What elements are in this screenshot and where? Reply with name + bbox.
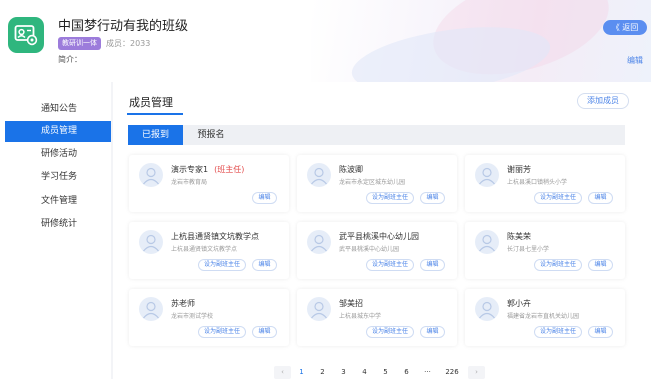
edit-member-button[interactable]: 编辑	[252, 326, 277, 338]
sidebar-item-activities[interactable]: 研修活动	[5, 144, 111, 165]
member-organization: 上杭县城东中学	[339, 313, 382, 320]
sidebar-item-files[interactable]: 文件管理	[5, 191, 111, 212]
member-name: 郭小卉	[507, 299, 531, 308]
member-count: 成员：2033	[106, 39, 151, 48]
member-organization: 长汀县七里小学	[507, 246, 550, 253]
member-name: 上杭县通贤镇文坑教学点	[171, 232, 259, 241]
edit-member-button[interactable]: 编辑	[252, 192, 277, 204]
member-organization: 龙岩市教育局	[171, 179, 208, 186]
page-link[interactable]: 4	[356, 366, 373, 379]
edit-member-button[interactable]: 编辑	[588, 192, 613, 204]
back-button[interactable]: 《 返回	[603, 20, 647, 35]
member-organization: 龙岩市测试学校	[171, 313, 214, 320]
header-decoration	[311, 0, 651, 82]
page-title: 成员管理	[129, 96, 173, 109]
tab-registered[interactable]: 已报到	[128, 125, 183, 145]
page-link[interactable]: 226	[440, 366, 464, 379]
member-organization: 龙岩市永定区城东幼儿园	[339, 179, 406, 186]
set-deputy-button[interactable]: 设为副班主任	[197, 326, 246, 338]
edit-member-button[interactable]: 编辑	[252, 259, 277, 271]
member-name: 谢丽芳	[507, 165, 531, 174]
page-link[interactable]: 1	[293, 366, 310, 379]
sidebar-item-members[interactable]: 成员管理	[5, 121, 111, 142]
set-deputy-button[interactable]: 设为副班主任	[533, 192, 582, 204]
member-organization: 武平县桃溪中心幼儿园	[339, 246, 400, 253]
intro-label: 简介：	[58, 55, 82, 64]
user-avatar-icon	[307, 297, 331, 321]
user-avatar-icon	[475, 230, 499, 254]
member-card: 陈美荣长汀县七里小学设为副班主任 编辑	[465, 222, 625, 279]
member-card: 演示专家1 (班主任) 龙岩市教育局编辑	[129, 155, 289, 212]
member-name: 演示专家1 (班主任)	[171, 165, 245, 174]
member-management-panel: 成员管理 添加成员 已报到 预报名 演示专家1 (班主任) 龙岩市教育局 编辑 陈波卿龙…	[113, 82, 651, 379]
page-ellipsis: ···	[424, 368, 431, 376]
edit-intro-link[interactable]: 编辑	[627, 55, 643, 66]
page-link[interactable]: 6	[398, 366, 415, 379]
member-card: 武平县桃溪中心幼儿园 武平县桃溪中心幼儿园 设为副班主任 编辑	[297, 222, 457, 279]
sidebar-item-tasks[interactable]: 学习任务	[5, 167, 111, 188]
user-avatar-icon	[307, 163, 331, 187]
edit-member-button[interactable]: 编辑	[420, 192, 445, 204]
set-deputy-button[interactable]: 设为副班主任	[197, 259, 246, 271]
edit-member-button[interactable]: 编辑	[420, 326, 445, 338]
edit-member-button[interactable]: 编辑	[588, 326, 613, 338]
page-link[interactable]: 5	[377, 366, 394, 379]
class-header: 中国梦行动有我的班级 教研训一体 成员：2033 简介： 《 返回 编辑	[0, 0, 651, 82]
member-name: 陈波卿	[339, 165, 363, 174]
sidebar: 通知公告 成员管理 研修活动 学习任务 文件管理 研修统计	[0, 82, 111, 379]
class-type-badge: 教研训一体	[58, 37, 101, 50]
page-link[interactable]: 3	[335, 366, 352, 379]
prev-page-button[interactable]: ‹	[274, 366, 291, 379]
member-name: 陈美荣	[507, 232, 531, 241]
next-page-button[interactable]: ›	[468, 366, 485, 379]
member-role: (班主任)	[214, 165, 245, 174]
user-avatar-icon	[139, 230, 163, 254]
user-avatar-icon	[139, 163, 163, 187]
user-avatar-icon	[475, 297, 499, 321]
member-card: 上杭县通贤镇文坑教学点 上杭县通贤镇文坑教学点 设为副班主任 编辑	[129, 222, 289, 279]
class-avatar-icon	[8, 17, 44, 53]
sidebar-item-notice[interactable]: 通知公告	[5, 99, 111, 120]
user-avatar-icon	[139, 297, 163, 321]
add-member-button[interactable]: 添加成员	[577, 93, 629, 109]
member-card: 邹美招上杭县城东中学设为副班主任 编辑	[297, 289, 457, 346]
set-deputy-button[interactable]: 设为副班主任	[365, 326, 414, 338]
member-tabs: 已报到 预报名	[128, 125, 625, 145]
title-underline	[127, 113, 183, 115]
member-card: 陈波卿龙岩市永定区城东幼儿园设为副班主任 编辑	[297, 155, 457, 212]
page-link[interactable]: 2	[314, 366, 331, 379]
member-name: 武平县桃溪中心幼儿园	[339, 232, 419, 241]
edit-member-button[interactable]: 编辑	[588, 259, 613, 271]
class-title: 中国梦行动有我的班级	[58, 19, 189, 34]
member-organization: 福建省龙岩市直机关幼儿园	[507, 313, 580, 320]
member-card: 谢丽芳上杭县溪口镇稍头小学设为副班主任 编辑	[465, 155, 625, 212]
edit-member-button[interactable]: 编辑	[420, 259, 445, 271]
set-deputy-button[interactable]: 设为副班主任	[533, 326, 582, 338]
member-organization: 上杭县溪口镇稍头小学	[507, 179, 568, 186]
set-deputy-button[interactable]: 设为副班主任	[365, 192, 414, 204]
member-name: 邹美招	[339, 299, 363, 308]
member-card: 苏老师龙岩市测试学校设为副班主任 编辑	[129, 289, 289, 346]
set-deputy-button[interactable]: 设为副班主任	[365, 259, 414, 271]
member-name: 苏老师	[171, 299, 195, 308]
user-avatar-icon	[475, 163, 499, 187]
tab-preregistered[interactable]: 预报名	[194, 125, 228, 145]
member-organization: 上杭县通贤镇文坑教学点	[171, 246, 238, 253]
set-deputy-button[interactable]: 设为副班主任	[533, 259, 582, 271]
member-card: 郭小卉福建省龙岩市直机关幼儿园设为副班主任 编辑	[465, 289, 625, 346]
sidebar-item-statistics[interactable]: 研修统计	[5, 214, 111, 235]
user-avatar-icon	[307, 230, 331, 254]
